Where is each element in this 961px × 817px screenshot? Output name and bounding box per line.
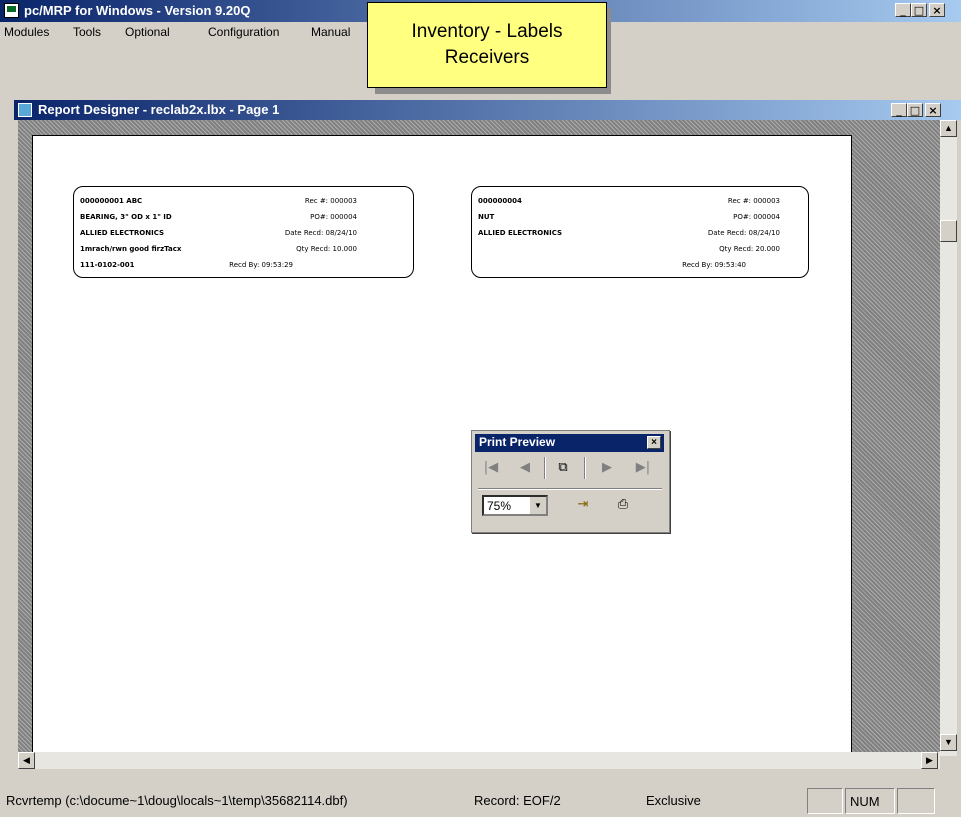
scroll-down-icon[interactable]: ▼: [940, 734, 957, 751]
next-page-icon[interactable]: ▶: [596, 457, 618, 479]
label-qty-recd: Qty Recd: 20.000: [719, 245, 780, 253]
label-date-recd: Date Recd: 08/24/10: [284, 229, 357, 237]
vertical-scrollbar[interactable]: ▲ ▼: [940, 120, 957, 756]
callout-note: Inventory - Labels Receivers: [367, 2, 607, 88]
app-icon[interactable]: [4, 3, 19, 18]
label-rec-number: Rec #: 000003: [304, 197, 357, 205]
label-description: NUT: [478, 213, 495, 221]
scroll-up-icon[interactable]: ▲: [940, 120, 957, 137]
status-panel-empty-2: [897, 788, 935, 814]
label-note: 1mrach/rwn good firzTacx: [80, 245, 182, 253]
label-po-number: PO#: 000004: [310, 213, 357, 221]
zoom-select[interactable]: 75% ▼: [482, 495, 548, 516]
callout-line-1: Inventory - Labels: [411, 21, 563, 42]
child-close-button[interactable]: ×: [925, 103, 941, 117]
status-record: Record: EOF/2: [474, 793, 561, 808]
toolbar-separator: [544, 457, 546, 479]
child-maximize-button[interactable]: □: [907, 103, 923, 117]
status-num: NUM: [850, 794, 880, 809]
zoom-value: 75%: [487, 499, 512, 513]
label-po-number: PO#: 000004: [733, 213, 780, 221]
label-rec-number: Rec #: 000003: [727, 197, 780, 205]
vertical-scroll-thumb[interactable]: [940, 220, 957, 242]
minimize-button[interactable]: _: [895, 3, 911, 17]
label-vendor: ALLIED ELECTRONICS: [80, 229, 165, 237]
label-recd-by: Recd By: 09:53:29: [229, 261, 293, 269]
exit-icon[interactable]: ⇥: [572, 494, 594, 516]
maximize-button[interactable]: □: [911, 3, 927, 17]
receiver-label: 000000001 ABC BEARING, 3" OD x 1" ID ALL…: [73, 186, 414, 278]
print-preview-title-bar[interactable]: Print Preview ×: [475, 434, 664, 452]
app-title: pc/MRP for Windows - Version 9.20Q: [24, 3, 251, 18]
first-page-icon[interactable]: |◀: [480, 457, 502, 479]
child-minimize-button[interactable]: _: [891, 103, 907, 117]
last-page-icon[interactable]: ▶|: [632, 457, 654, 479]
status-mode: Exclusive: [646, 793, 701, 808]
size-grip[interactable]: [940, 756, 957, 773]
close-button[interactable]: ×: [929, 3, 945, 17]
printer-icon[interactable]: ⎙: [612, 494, 634, 516]
toolbar-separator: [584, 457, 586, 479]
label-description: BEARING, 3" OD x 1" ID: [80, 213, 172, 221]
status-table: Rcvrtemp (c:\docume~1\doug\locals~1\temp…: [6, 793, 348, 808]
menu-manual[interactable]: Manual: [311, 25, 350, 39]
callout-line-2: Receivers: [444, 47, 530, 68]
report-page: 000000001 ABC BEARING, 3" OD x 1" ID ALL…: [32, 135, 852, 752]
child-title-bar[interactable]: Report Designer - reclab2x.lbx - Page 1 …: [14, 100, 961, 120]
menu-configuration[interactable]: Configuration: [208, 25, 279, 39]
horizontal-scrollbar[interactable]: ◀ ▶: [18, 752, 940, 769]
menu-optional[interactable]: Optional: [125, 25, 170, 39]
copy-pages-icon[interactable]: ⧉: [552, 457, 574, 479]
menu-modules[interactable]: Modules: [4, 25, 49, 39]
toolbar-divider: [478, 488, 662, 490]
label-part-number: 000000004: [478, 197, 522, 205]
report-icon[interactable]: [18, 103, 32, 117]
status-panel-num: NUM: [845, 788, 895, 814]
status-bar: Rcvrtemp (c:\docume~1\doug\locals~1\temp…: [0, 784, 961, 817]
label-date-recd: Date Recd: 08/24/10: [707, 229, 780, 237]
scroll-right-icon[interactable]: ▶: [921, 752, 938, 769]
child-title: Report Designer - reclab2x.lbx - Page 1: [38, 102, 280, 117]
status-panel-empty: [807, 788, 843, 814]
print-preview-close-button[interactable]: ×: [647, 436, 661, 449]
label-part-number: 000000001 ABC: [80, 197, 143, 205]
chevron-down-icon[interactable]: ▼: [529, 497, 546, 514]
label-location: 111-0102-001: [80, 261, 135, 269]
label-vendor: ALLIED ELECTRONICS: [478, 229, 563, 237]
receiver-label: 000000004 NUT ALLIED ELECTRONICS Rec #: …: [471, 186, 809, 278]
menu-tools[interactable]: Tools: [73, 25, 101, 39]
scroll-left-icon[interactable]: ◀: [18, 752, 35, 769]
prev-page-icon[interactable]: ◀: [514, 457, 536, 479]
label-qty-recd: Qty Recd: 10.000: [296, 245, 357, 253]
print-preview-title: Print Preview: [479, 435, 556, 449]
label-recd-by: Recd By: 09:53:40: [682, 261, 746, 269]
print-preview-toolbar: Print Preview × |◀ ◀ ⧉ ▶ ▶| 75% ▼ ⇥ ⎙: [471, 430, 670, 533]
